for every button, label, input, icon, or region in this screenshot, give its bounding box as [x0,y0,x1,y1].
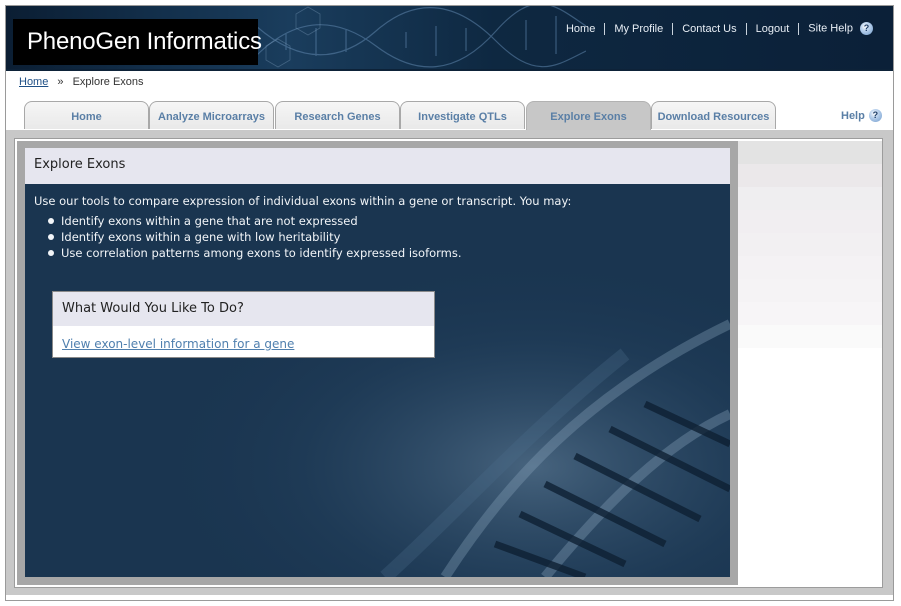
tab-explore-exons[interactable]: Explore Exons [526,101,651,131]
bullet-icon [48,218,54,224]
tab-research-genes[interactable]: Research Genes [275,101,400,129]
view-exon-info-link[interactable]: View exon-level information for a gene [62,337,294,351]
list-item-text: Use correlation patterns among exons to … [61,246,462,260]
action-box-title: What Would You Like To Do? [53,292,434,326]
intro-text: Use our tools to compare expression of i… [34,194,572,208]
help-icon: ? [868,109,882,122]
help-icon: ? [860,22,873,35]
list-item: Identify exons within a gene with low he… [48,230,714,244]
intro-text-block: Use our tools to compare expression of i… [34,194,714,262]
bullet-icon [48,250,54,256]
top-nav-logout[interactable]: Logout [747,23,799,35]
logo-text: PhenoGen Informatics [27,28,262,55]
feature-list: Identify exons within a gene that are no… [34,214,714,260]
page-help[interactable]: Help ? [841,109,882,122]
top-nav-contact-us[interactable]: Contact Us [673,23,745,35]
logo[interactable]: PhenoGen Informatics [13,19,262,65]
top-nav-site-help[interactable]: Site Help ? [799,22,873,35]
breadcrumb: Home » Explore Exons [19,76,144,88]
breadcrumb-home-link[interactable]: Home [19,76,48,88]
tab-analyze-microarrays[interactable]: Analyze Microarrays [149,101,274,129]
site-header: PhenoGen Informatics Home My Profile Con… [6,6,893,69]
bullet-icon [48,234,54,240]
list-item: Use correlation patterns among exons to … [48,246,714,260]
breadcrumb-separator: » [57,76,64,88]
site-help-label: Site Help [808,22,853,35]
side-column [738,141,882,585]
top-nav-my-profile[interactable]: My Profile [605,23,672,35]
section-title: Explore Exons [25,148,730,184]
tab-investigate-qtls[interactable]: Investigate QTLs [400,101,525,129]
breadcrumb-current: Explore Exons [72,76,144,88]
header-divider [6,69,893,71]
top-nav: Home My Profile Contact Us Logout Site H… [557,22,873,35]
list-item: Identify exons within a gene that are no… [48,214,714,228]
page-help-label: Help [841,109,865,122]
action-box: What Would You Like To Do? View exon-lev… [52,291,435,358]
tab-download-resources[interactable]: Download Resources [651,101,776,129]
dna-helix-graphic [256,6,586,68]
list-item-text: Identify exons within a gene that are no… [61,214,358,228]
tab-home[interactable]: Home [24,101,149,129]
list-item-text: Identify exons within a gene with low he… [61,230,341,244]
top-nav-home[interactable]: Home [557,23,604,35]
